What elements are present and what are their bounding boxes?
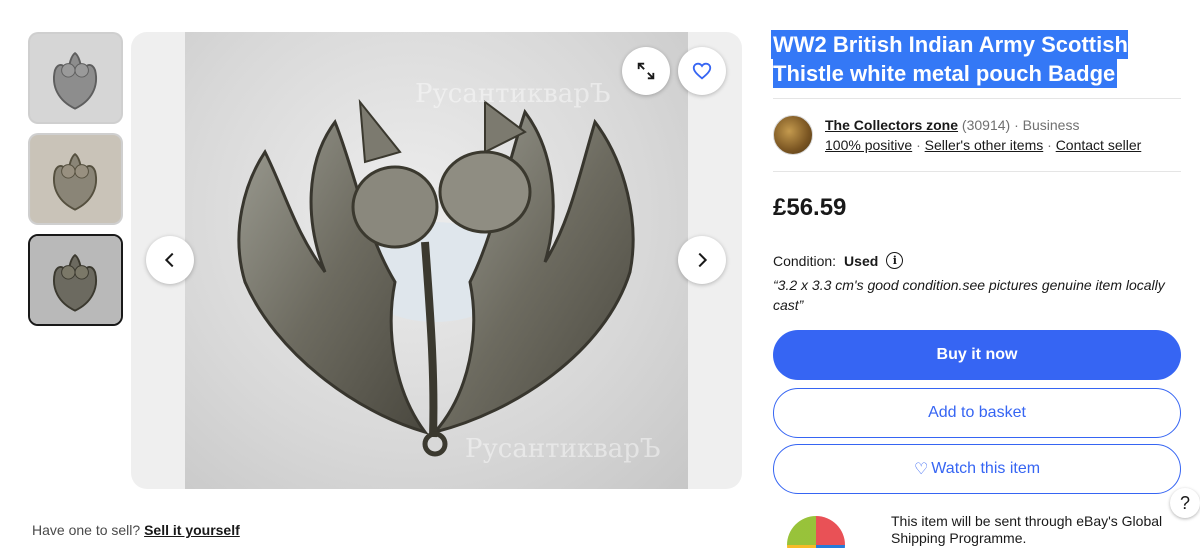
item-price: £56.59	[773, 194, 847, 221]
thumbnail-strip	[28, 32, 123, 335]
contact-seller-link[interactable]: Contact seller	[1056, 137, 1142, 153]
seller-info: The Collectors zone (30914) · Business 1…	[773, 99, 1181, 171]
heart-icon	[692, 62, 712, 80]
seller-links-line: 100% positive · Seller's other items · C…	[825, 135, 1141, 155]
positive-feedback-link[interactable]: 100% positive	[825, 137, 912, 153]
sell-it-yourself-link[interactable]: Sell it yourself	[144, 522, 240, 538]
thistle-badge-image: РусантикварЪ РусантикварЪ	[237, 79, 661, 464]
item-title-text: WW2 British Indian Army Scottish Thistle…	[773, 32, 1128, 86]
global-shipping-icon	[787, 516, 845, 548]
expand-button[interactable]	[622, 47, 670, 95]
previous-image-button[interactable]	[146, 236, 194, 284]
seller-type: Business	[1022, 117, 1080, 133]
sell-prompt-text: Have one to sell?	[32, 522, 141, 538]
separator-dot: ·	[1014, 117, 1019, 133]
seller-name-line: The Collectors zone (30914) · Business	[825, 115, 1141, 135]
seller-avatar[interactable]	[773, 115, 813, 155]
separator-dot: ·	[1047, 137, 1052, 153]
add-to-basket-button[interactable]: Add to basket	[773, 388, 1181, 438]
shipping-note: This item will be sent through eBay's Gl…	[891, 513, 1163, 546]
condition-note: “3.2 x 3.3 cm's good condition.see pictu…	[773, 277, 1165, 313]
listing-details: WW2 British Indian Army Scottish Thistle…	[773, 30, 1181, 494]
next-image-button[interactable]	[678, 236, 726, 284]
condition-label: Condition:	[773, 252, 837, 269]
seller-feedback-count: (30914)	[961, 117, 1011, 133]
condition-value: Used	[844, 252, 879, 269]
watch-this-item-button[interactable]: ♡ Watch this item	[773, 444, 1181, 494]
main-image-viewer[interactable]: РусантикварЪ РусантикварЪ	[131, 32, 742, 489]
badge-thumbnail-image	[30, 34, 121, 122]
thumbnail-1[interactable]	[28, 32, 123, 124]
badge-thumbnail-image	[30, 236, 121, 324]
thumbnail-3-selected[interactable]	[28, 234, 123, 326]
expand-icon	[637, 62, 655, 80]
thumbnail-2[interactable]	[28, 133, 123, 225]
condition-row: Condition: Used i	[773, 252, 1181, 269]
badge-thumbnail-image	[30, 135, 121, 223]
watermark-text: РусантикварЪ	[415, 79, 611, 109]
sell-prompt: Have one to sell? Sell it yourself	[32, 522, 240, 538]
watch-heart-button[interactable]	[678, 47, 726, 95]
buy-it-now-button[interactable]: Buy it now	[773, 330, 1181, 380]
item-title: WW2 British Indian Army Scottish Thistle…	[773, 30, 1181, 88]
info-icon[interactable]: i	[886, 252, 904, 269]
watch-label: Watch this item	[931, 460, 1041, 477]
watermark-text: РусантикварЪ	[465, 434, 661, 464]
seller-lines: The Collectors zone (30914) · Business 1…	[825, 115, 1141, 155]
divider	[773, 171, 1181, 172]
chevron-left-icon	[164, 252, 174, 268]
help-button[interactable]: ?	[1170, 488, 1200, 518]
chevron-right-icon	[698, 252, 708, 268]
sellers-other-items-link[interactable]: Seller's other items	[925, 137, 1044, 153]
separator-dot: ·	[916, 137, 921, 153]
badge-photo: РусантикварЪ РусантикварЪ	[185, 32, 688, 489]
heart-icon: ♡	[913, 461, 929, 478]
seller-name-link[interactable]: The Collectors zone	[825, 117, 958, 133]
